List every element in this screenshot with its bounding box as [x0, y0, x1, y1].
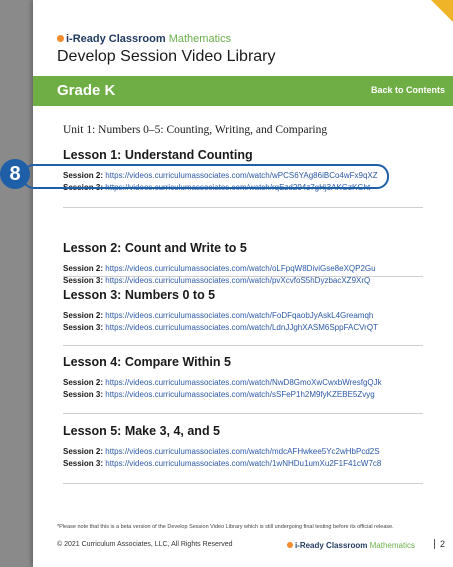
session-label: Session 2: — [63, 264, 104, 273]
lesson-title: Lesson 1: Understand Counting — [63, 148, 253, 162]
divider — [63, 207, 423, 208]
session-link[interactable]: https://videos.curriculumassociates.com/… — [105, 323, 378, 332]
session-link[interactable]: https://videos.curriculumassociates.com/… — [105, 378, 381, 387]
session-row: Session 3: https://videos.curriculumasso… — [63, 322, 443, 334]
session-link[interactable]: https://videos.curriculumassociates.com/… — [105, 276, 370, 285]
lesson-3: Lesson 3: Numbers 0 to 5 Session 2: http… — [63, 288, 443, 334]
brand-name: i-Ready Classroom — [66, 33, 166, 45]
session-row: Session 3: https://videos.curriculumasso… — [63, 458, 443, 470]
lesson-title: Lesson 4: Compare Within 5 — [63, 355, 231, 369]
divider — [63, 276, 423, 277]
session-row: Session 2: https://videos.curriculumasso… — [63, 263, 443, 275]
back-to-contents-link[interactable]: Back to Contents — [371, 85, 445, 95]
session-label: Session 2: — [63, 311, 104, 320]
unit-title: Unit 1: Numbers 0–5: Counting, Writing, … — [63, 124, 328, 136]
brand-logo: i-Ready Classroom Mathematics — [57, 33, 231, 45]
lesson-title: Lesson 3: Numbers 0 to 5 — [63, 288, 216, 302]
lesson-4: Lesson 4: Compare Within 5 Session 2: ht… — [63, 355, 443, 401]
session-label: Session 3: — [63, 459, 104, 468]
page-number: 2 — [433, 539, 445, 549]
page-title: Develop Session Video Library — [57, 48, 276, 65]
brand-logo-icon — [286, 542, 293, 548]
session-label: Session 2: — [63, 378, 104, 387]
grade-label: Grade K — [57, 82, 116, 99]
session-link[interactable]: https://videos.curriculumassociates.com/… — [105, 311, 373, 320]
brand-logo-icon — [57, 35, 64, 42]
footer-note: *Please note that this is a beta version… — [57, 524, 394, 530]
document-page: i-Ready Classroom Mathematics Develop Se… — [33, 0, 453, 567]
divider — [63, 345, 423, 346]
session-label: Session 2: — [63, 447, 104, 456]
session-link[interactable]: https://videos.curriculumassociates.com/… — [105, 390, 374, 399]
lesson-title: Lesson 2: Count and Write to 5 — [63, 241, 247, 255]
session-row: Session 2: https://videos.curriculumasso… — [63, 446, 443, 458]
session-link[interactable]: https://videos.curriculumassociates.com/… — [105, 447, 379, 456]
session-link[interactable]: https://videos.curriculumassociates.com/… — [105, 264, 375, 273]
session-label: Session 3: — [63, 323, 104, 332]
session-label: Session 3: — [63, 276, 104, 285]
session-label: Session 3: — [63, 390, 104, 399]
session-row: Session 2: https://videos.curriculumasso… — [63, 310, 443, 322]
lesson-5: Lesson 5: Make 3, 4, and 5 Session 2: ht… — [63, 424, 443, 470]
brand-suffix: Mathematics — [168, 33, 232, 45]
footer-brand-name: i-Ready Classroom — [294, 541, 368, 550]
session-row: Session 3: https://videos.curriculumasso… — [63, 389, 443, 401]
divider — [63, 413, 423, 414]
divider — [63, 483, 423, 484]
link-highlight-outline — [22, 164, 389, 189]
session-link[interactable]: https://videos.curriculumassociates.com/… — [105, 459, 381, 468]
footer-brand-logo: i-Ready Classroom Mathematics — [286, 541, 415, 550]
page-corner-fold — [431, 0, 453, 22]
grade-band: Grade K Back to Contents — [33, 76, 453, 106]
footer-brand-suffix: Mathematics — [369, 541, 415, 550]
session-row: Session 2: https://videos.curriculumasso… — [63, 377, 443, 389]
step-badge: 8 — [0, 159, 30, 189]
lesson-title: Lesson 5: Make 3, 4, and 5 — [63, 424, 221, 438]
lesson-2: Lesson 2: Count and Write to 5 Session 2… — [63, 241, 443, 287]
footer-copyright: © 2021 Curriculum Associates, LLC, All R… — [57, 541, 233, 548]
